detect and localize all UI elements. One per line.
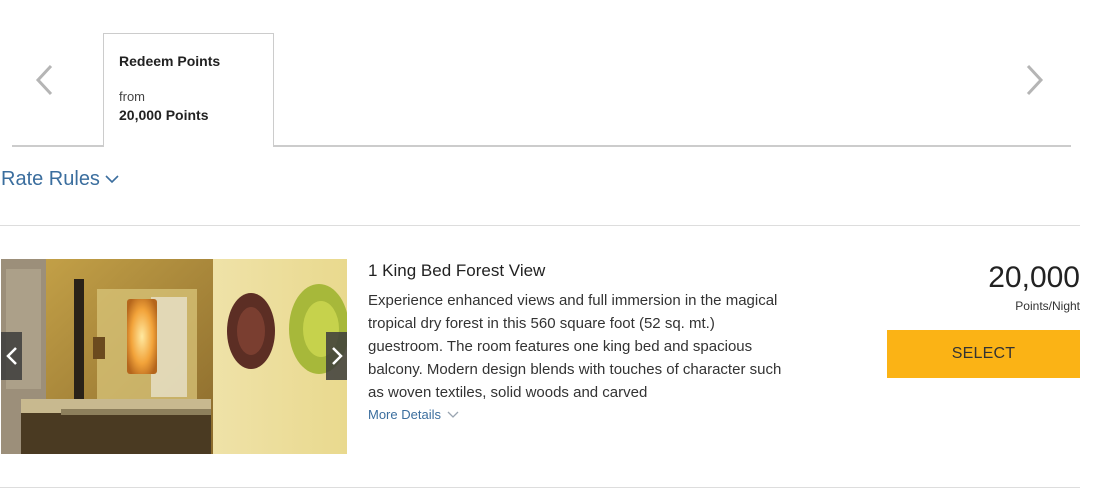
image-prev-button[interactable] (1, 332, 22, 380)
chevron-down-icon (447, 411, 459, 418)
select-button[interactable]: SELECT (887, 330, 1080, 378)
chevron-left-icon (35, 64, 53, 96)
room-photo (1, 259, 347, 454)
more-details-label: More Details (368, 407, 441, 422)
image-next-button[interactable] (326, 332, 347, 380)
room-price: 20,000 (988, 261, 1080, 294)
section-divider (0, 225, 1080, 226)
rate-tabs-carousel: Redeem Points from 20,000 Points (0, 0, 1094, 150)
tabs-next-button[interactable] (1022, 62, 1046, 98)
tab-title: Redeem Points (119, 53, 221, 69)
more-details-link[interactable]: More Details (368, 407, 459, 422)
room-image-carousel (1, 259, 347, 454)
tab-redeem-points[interactable]: Redeem Points from 20,000 Points (103, 33, 274, 147)
chevron-down-icon (105, 175, 119, 184)
rate-rules-toggle[interactable]: Rate Rules (1, 168, 119, 191)
room-name: 1 King Bed Forest View (368, 261, 546, 280)
price-unit: Points/Night (1015, 299, 1080, 313)
tab-from-label: from (119, 89, 145, 104)
room-description: Experience enhanced views and full immer… (368, 292, 782, 401)
chevron-right-icon (1026, 64, 1044, 96)
rate-rules-label: Rate Rules (1, 168, 100, 190)
tabs-prev-button[interactable] (33, 62, 57, 98)
chevron-left-icon (5, 347, 17, 365)
section-divider (0, 487, 1080, 488)
tab-points: 20,000 Points (119, 107, 209, 123)
chevron-right-icon (331, 347, 343, 365)
